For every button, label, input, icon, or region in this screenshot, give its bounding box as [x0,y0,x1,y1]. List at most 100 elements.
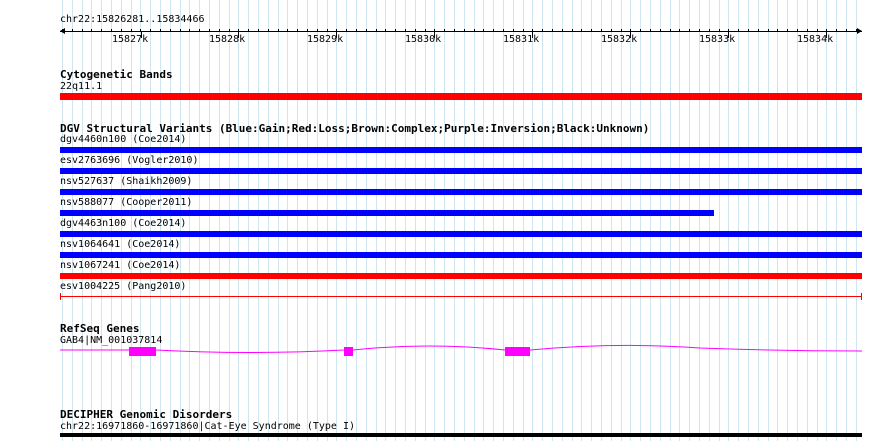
grid-line [542,0,543,441]
cytoband-bar[interactable] [60,93,862,100]
grid-line [552,0,553,441]
gene-exon [344,347,353,356]
variant-label: esv2763696 (Vogler2010) [60,155,199,166]
gene-exon [129,347,156,356]
grid-line [591,0,592,441]
tick-label: 15833k [699,34,736,45]
cytoband-label: 22q11.1 [60,81,103,92]
variant-label: nsv1064641 (Coe2014) [60,239,181,250]
grid-line [356,0,357,441]
variant-bar[interactable] [60,252,862,258]
grid-line [660,0,661,441]
minor-tick [758,29,759,32]
variant-bar[interactable] [60,231,862,237]
grid-line [709,0,710,441]
grid-line [503,0,504,441]
minor-tick [111,29,112,32]
minor-tick [131,29,132,32]
minor-tick [581,29,582,32]
grid-line [346,0,347,441]
minor-tick [777,29,778,32]
variant-bar[interactable] [60,189,862,195]
minor-tick [679,29,680,32]
minor-tick [356,29,357,32]
grid-line [738,0,739,441]
grid-line [817,0,818,441]
grid-line [483,0,484,441]
minor-tick [699,29,700,32]
grid-line [601,0,602,441]
variant-bar[interactable] [60,168,862,174]
minor-tick [601,29,602,32]
gene-exon [505,347,530,356]
minor-tick [170,29,171,32]
minor-tick [464,29,465,32]
minor-tick [542,29,543,32]
grid-line [846,0,847,441]
grid-line [297,0,298,441]
grid-line [395,0,396,441]
minor-tick [327,29,328,32]
minor-tick [709,29,710,32]
minor-tick [415,29,416,32]
variant-bar[interactable] [60,210,714,216]
minor-tick [219,29,220,32]
minor-tick [719,29,720,32]
grid-line [425,0,426,441]
grid-line [229,0,230,441]
grid-line [856,0,857,441]
tick-label: 15830k [405,34,442,45]
grid-line [307,0,308,441]
tick-label: 15832k [601,34,638,45]
minor-tick [278,29,279,32]
minor-tick [150,29,151,32]
minor-tick [621,29,622,32]
minor-tick [395,29,396,32]
grid-line [679,0,680,441]
grid-line [797,0,798,441]
grid-line [640,0,641,441]
grid-line [415,0,416,441]
tick-label: 15831k [503,34,540,45]
minor-tick [366,29,367,32]
disorder-bar[interactable] [60,433,862,437]
grid-line [385,0,386,441]
minor-tick [797,29,798,32]
minor-tick [72,29,73,32]
decipher-track-title: DECIPHER Genomic Disorders [60,408,233,421]
grid-line [189,0,190,441]
refseq-track-title: RefSeq Genes [60,322,140,335]
minor-tick [552,29,553,32]
grid-line [258,0,259,441]
variant-bar[interactable] [60,273,862,279]
minor-tick [317,29,318,32]
grid-line [199,0,200,441]
grid-line [238,0,239,441]
minor-tick [670,29,671,32]
minor-tick [591,29,592,32]
grid-line [719,0,720,441]
gene-intron-line [60,344,863,353]
variant-end-cap [60,293,61,300]
grid-line [826,0,827,441]
grid-line [777,0,778,441]
grid-line [317,0,318,441]
grid-line [474,0,475,441]
minor-tick [807,29,808,32]
minor-tick [650,29,651,32]
gene-model[interactable] [0,340,890,360]
genome-browser-view[interactable]: chr22:15826281..15834466 15827k 15828k 1… [0,0,890,441]
grid-line [532,0,533,441]
grid-line [248,0,249,441]
minor-tick [787,29,788,32]
variant-bar[interactable] [60,296,862,297]
minor-tick [287,29,288,32]
grid-line [611,0,612,441]
grid-line [523,0,524,441]
cytoband-track-title: Cytogenetic Bands [60,68,173,81]
minor-tick [572,29,573,32]
variant-label: nsv1067241 (Coe2014) [60,260,181,271]
variant-bar[interactable] [60,147,862,153]
minor-tick [503,29,504,32]
minor-tick [91,29,92,32]
